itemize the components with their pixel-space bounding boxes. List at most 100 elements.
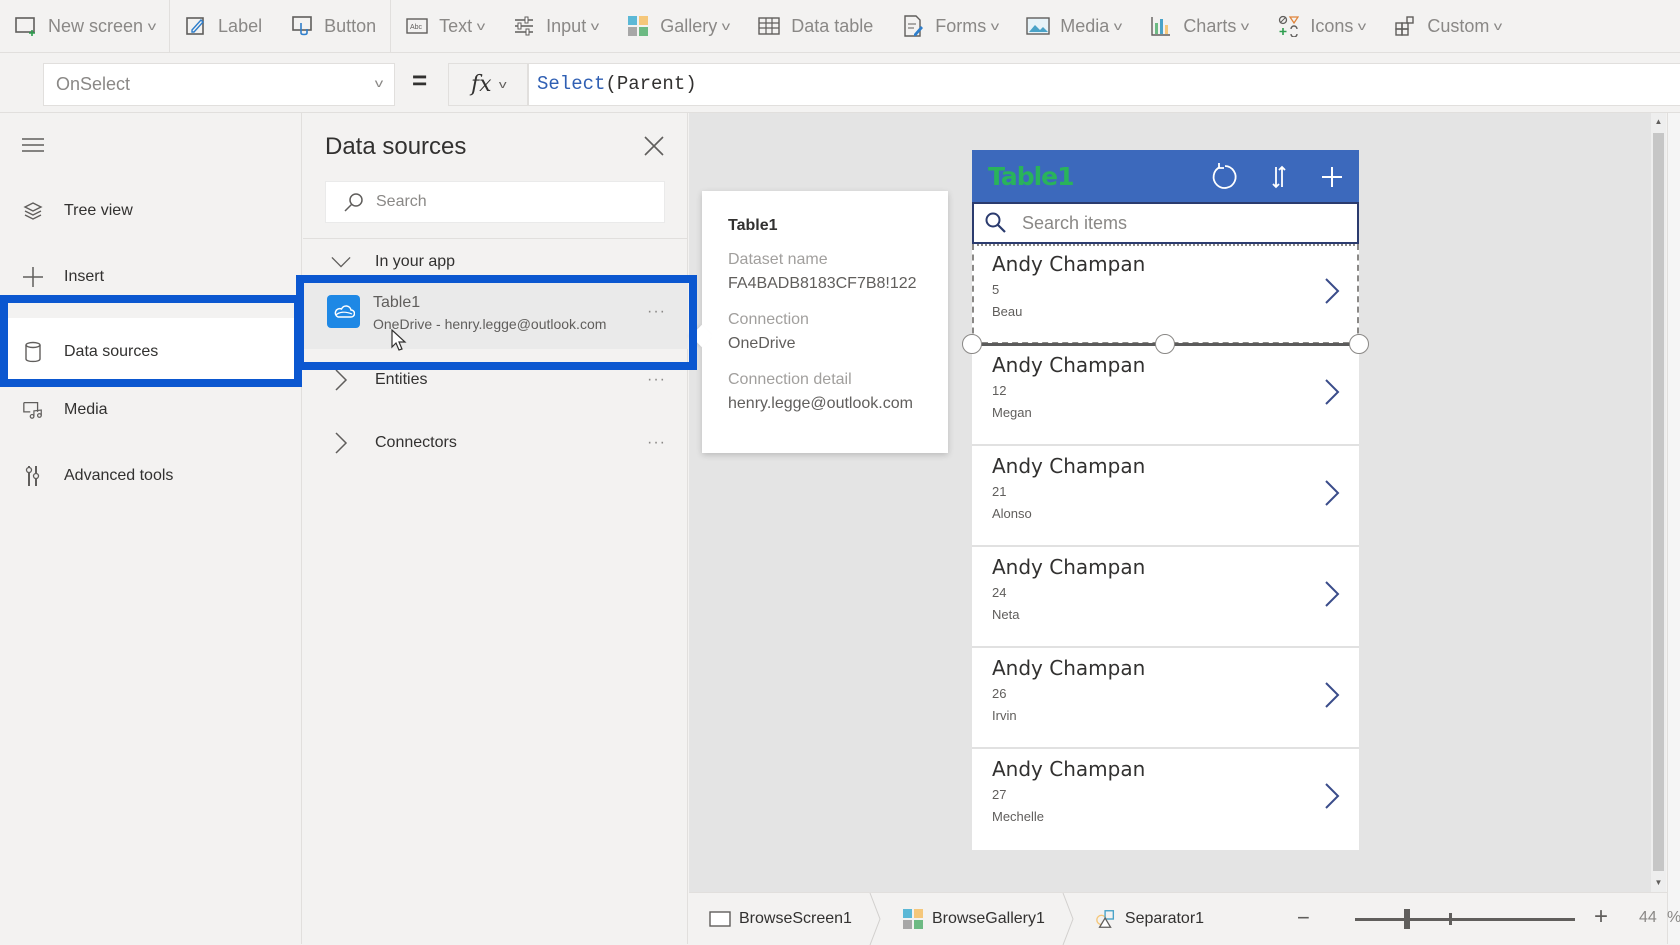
chevron-down-icon: v [722,19,731,33]
row-title: Andy Champan [992,555,1146,579]
icons-icon [1276,14,1300,38]
media-icon [22,399,44,421]
refresh-icon[interactable] [1208,160,1242,194]
charts-button[interactable]: Charts v [1135,0,1262,53]
label-button[interactable]: Label [170,0,276,53]
gallery-row[interactable]: Andy Champan 21 Alonso [972,446,1359,547]
more-options-icon[interactable]: ··· [647,371,666,389]
zoom-slider-thumb[interactable] [1404,909,1410,929]
input-button[interactable]: Input v [498,0,612,53]
group-connectors[interactable]: Connectors ··· [303,421,688,465]
app-title: Table1 [988,162,1075,191]
button-icon [290,14,314,38]
new-screen-label: New screen [48,15,144,36]
icons-label: Icons [1310,15,1354,36]
nav-data-sources[interactable]: Data sources [0,318,302,386]
more-options-icon[interactable]: ··· [647,303,666,321]
charts-icon [1149,14,1173,38]
text-button[interactable]: Abc Text v [391,0,498,53]
data-table-label: Data table [791,15,874,36]
breadcrumb-browsegallery1[interactable]: BrowseGallery1 [882,893,1061,945]
media-button[interactable]: Media v [1012,0,1135,53]
gallery-row[interactable]: Andy Champan 24 Neta [972,547,1359,648]
resize-handle-left[interactable] [962,334,982,354]
gallery-row[interactable]: Andy Champan 27 Mechelle [972,749,1359,850]
data-sources-search-input[interactable]: Search [325,181,665,223]
zoom-in-button[interactable]: + [1594,903,1608,931]
nav-label: Insert [64,268,105,285]
more-options-icon[interactable]: ··· [647,434,666,452]
fx-icon: fx [470,72,492,97]
breadcrumb-browsescreen1[interactable]: BrowseScreen1 [689,893,868,945]
chevron-down-icon: v [1494,19,1503,33]
nav-tree-view[interactable]: Tree view [0,186,302,236]
chevron-down-icon [331,252,351,272]
connection-value: OneDrive [728,335,796,352]
scrollbar-thumb[interactable] [1653,133,1664,871]
dataset-name-value: FA4BADB8183CF7B8!122 [728,275,917,292]
gallery-button[interactable]: Gallery v [612,0,743,53]
callout-title: Table1 [728,217,778,234]
charts-label: Charts [1183,15,1237,36]
chevron-down-icon: v [991,19,1000,33]
chevron-right-icon[interactable] [1323,377,1341,407]
chevron-down-icon: v [476,19,486,33]
onedrive-cloud-icon [327,295,360,328]
group-entities[interactable]: Entities ··· [303,358,688,402]
data-source-table1[interactable]: Table1 OneDrive - henry.legge@outlook.co… [303,277,688,349]
zoom-percentage-unit: % [1667,909,1680,926]
icons-button[interactable]: Icons v [1262,0,1379,53]
chevron-right-icon[interactable] [1323,680,1341,710]
resize-handle-middle[interactable] [1155,334,1175,354]
gallery-row[interactable]: Andy Champan 12 Megan [972,345,1359,446]
app-header: Table1 [972,150,1359,202]
screen-icon [709,908,731,930]
zoom-slider[interactable] [1355,918,1575,921]
resize-handle-right[interactable] [1349,334,1369,354]
canvas-vertical-scrollbar[interactable]: ▲ ▼ [1651,113,1666,892]
divider [303,238,688,239]
bottom-status-bar: BrowseScreen1 BrowseGallery1 Separator1 … [689,892,1680,945]
gallery-label: Gallery [660,15,718,36]
chevron-right-icon[interactable] [1323,276,1341,306]
search-items-input[interactable]: Search items [972,202,1359,244]
new-screen-button[interactable]: New screen v [0,0,169,53]
row-subtitle: 5 [992,282,1000,297]
data-table-button[interactable]: Data table [743,0,887,53]
zoom-out-button[interactable]: − [1297,905,1310,931]
nav-insert[interactable]: Insert [0,252,302,302]
forms-button[interactable]: Forms v [887,0,1012,53]
close-icon[interactable] [641,133,667,159]
data-source-subtitle: OneDrive - henry.legge@outlook.com [373,316,607,332]
button-button[interactable]: Button [276,0,390,53]
label-label: Label [218,15,263,36]
scroll-down-arrow-icon[interactable]: ▼ [1651,876,1666,890]
formula-args: (Parent) [605,73,697,95]
chevron-right-icon[interactable] [1323,579,1341,609]
search-placeholder: Search [376,193,427,210]
row-subtitle: 24 [992,585,1007,600]
gallery-row[interactable]: Andy Champan 26 Irvin [972,648,1359,749]
input-icon [512,14,536,38]
forms-label: Forms [935,15,987,36]
sort-icon[interactable] [1262,160,1296,194]
chevron-down-icon: v [1114,19,1123,33]
media-icon [1026,14,1050,38]
fx-button[interactable]: fx v [448,63,528,106]
forms-icon [901,14,925,38]
group-in-your-app[interactable]: In your app [303,246,688,278]
gallery-row[interactable]: Andy Champan 5 Beau [972,244,1359,345]
hamburger-menu-icon[interactable] [20,135,46,155]
formula-function: Select [537,73,606,95]
nav-advanced-tools[interactable]: Advanced tools [0,451,302,501]
custom-button[interactable]: Custom v [1379,0,1515,53]
chevron-right-icon[interactable] [1323,478,1341,508]
scroll-up-arrow-icon[interactable]: ▲ [1651,115,1666,129]
add-icon[interactable] [1315,160,1349,194]
chevron-right-icon[interactable] [1323,781,1341,811]
formula-bar: OnSelect v = fx v Select(Parent) [0,53,1680,113]
property-dropdown[interactable]: OnSelect v [43,63,395,106]
nav-media[interactable]: Media [0,385,302,435]
media-label: Media [1060,15,1110,36]
formula-input[interactable]: Select(Parent) [528,63,1680,106]
